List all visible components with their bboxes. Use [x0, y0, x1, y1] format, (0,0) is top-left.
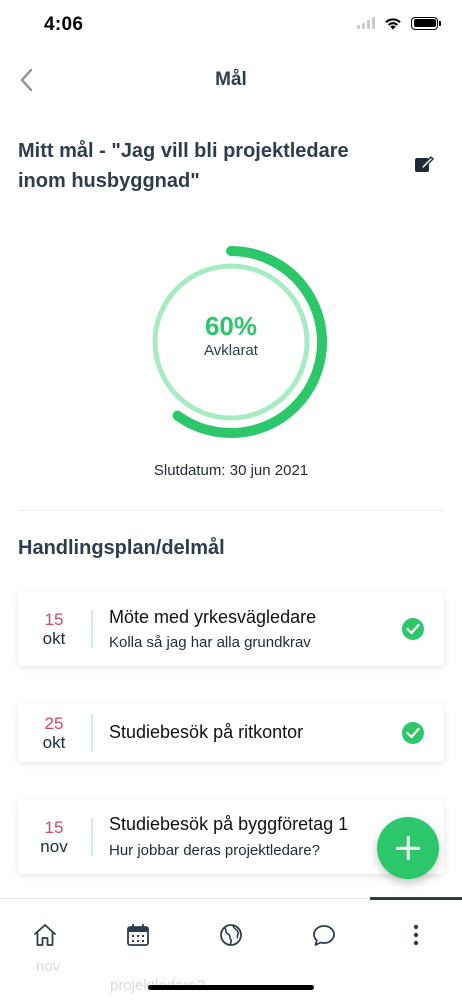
wifi-icon — [385, 18, 401, 30]
completed-check-icon — [402, 618, 424, 640]
globe-icon — [220, 924, 242, 946]
action-item-month: okt — [42, 733, 66, 752]
progress-percent: 60% — [204, 311, 258, 341]
action-item-card[interactable]: 25 okt Studiebesök på ritkontor — [18, 704, 444, 762]
edit-goal-button[interactable] — [412, 152, 436, 176]
action-item-subtitle: Hur jobbar deras projektledare? — [109, 842, 320, 859]
action-item-month: okt — [42, 629, 66, 648]
add-action-item-button[interactable] — [377, 817, 439, 879]
action-item-title: Studiebesök på ritkontor — [109, 722, 304, 742]
action-item-day: 15 — [44, 818, 64, 837]
date-separator — [91, 818, 93, 856]
action-item-day: 25 — [44, 714, 64, 733]
action-item-day: 15 — [44, 610, 64, 629]
page-title: Mål — [215, 69, 247, 90]
action-item-title: Möte med yrkesvägledare — [109, 607, 317, 627]
completed-check-icon — [402, 722, 424, 744]
nav-messages[interactable] — [306, 917, 342, 953]
nav-header: Mål — [0, 56, 462, 104]
action-item-subtitle: Kolla så jag har alla grundkrav — [109, 634, 311, 651]
date-separator — [91, 610, 93, 648]
hidden-item-month: nov — [36, 958, 61, 975]
more-icon — [413, 924, 419, 946]
status-bar: 4:06 — [0, 0, 462, 50]
goal-title: Mitt mål - "Jag vill bli projektledare i… — [18, 140, 349, 192]
action-item-title: Studiebesök på byggföretag 1 — [109, 814, 349, 834]
cellular-signal-icon — [357, 17, 375, 29]
calendar-icon — [127, 924, 149, 946]
nav-more[interactable] — [398, 917, 434, 953]
nav-explore[interactable] — [213, 917, 249, 953]
nav-calendar[interactable] — [120, 917, 156, 953]
status-icons — [357, 16, 441, 30]
action-item-date: 15 nov — [18, 800, 90, 874]
battery-icon — [411, 16, 441, 30]
action-plan-title: Handlingsplan/delmål — [18, 537, 225, 559]
home-icon — [34, 924, 56, 946]
action-item-card[interactable]: 15 okt Möte med yrkesvägledare Kolla så … — [18, 592, 444, 666]
goal-end-date: Slutdatum: 30 jun 2021 — [153, 462, 309, 479]
active-tab-indicator — [370, 897, 462, 900]
divider — [18, 510, 444, 511]
action-item-month: nov — [40, 837, 68, 856]
status-time: 4:06 — [44, 14, 84, 35]
edit-icon — [415, 156, 434, 172]
date-separator — [91, 714, 93, 752]
home-indicator — [148, 985, 314, 990]
action-item-date: 15 okt — [18, 592, 90, 666]
nav-home[interactable] — [27, 917, 63, 953]
chat-icon — [313, 925, 335, 946]
progress-ring: 60% Avklarat — [131, 239, 331, 445]
progress-caption: Avklarat — [204, 342, 258, 359]
action-item-date: 25 okt — [18, 704, 90, 762]
